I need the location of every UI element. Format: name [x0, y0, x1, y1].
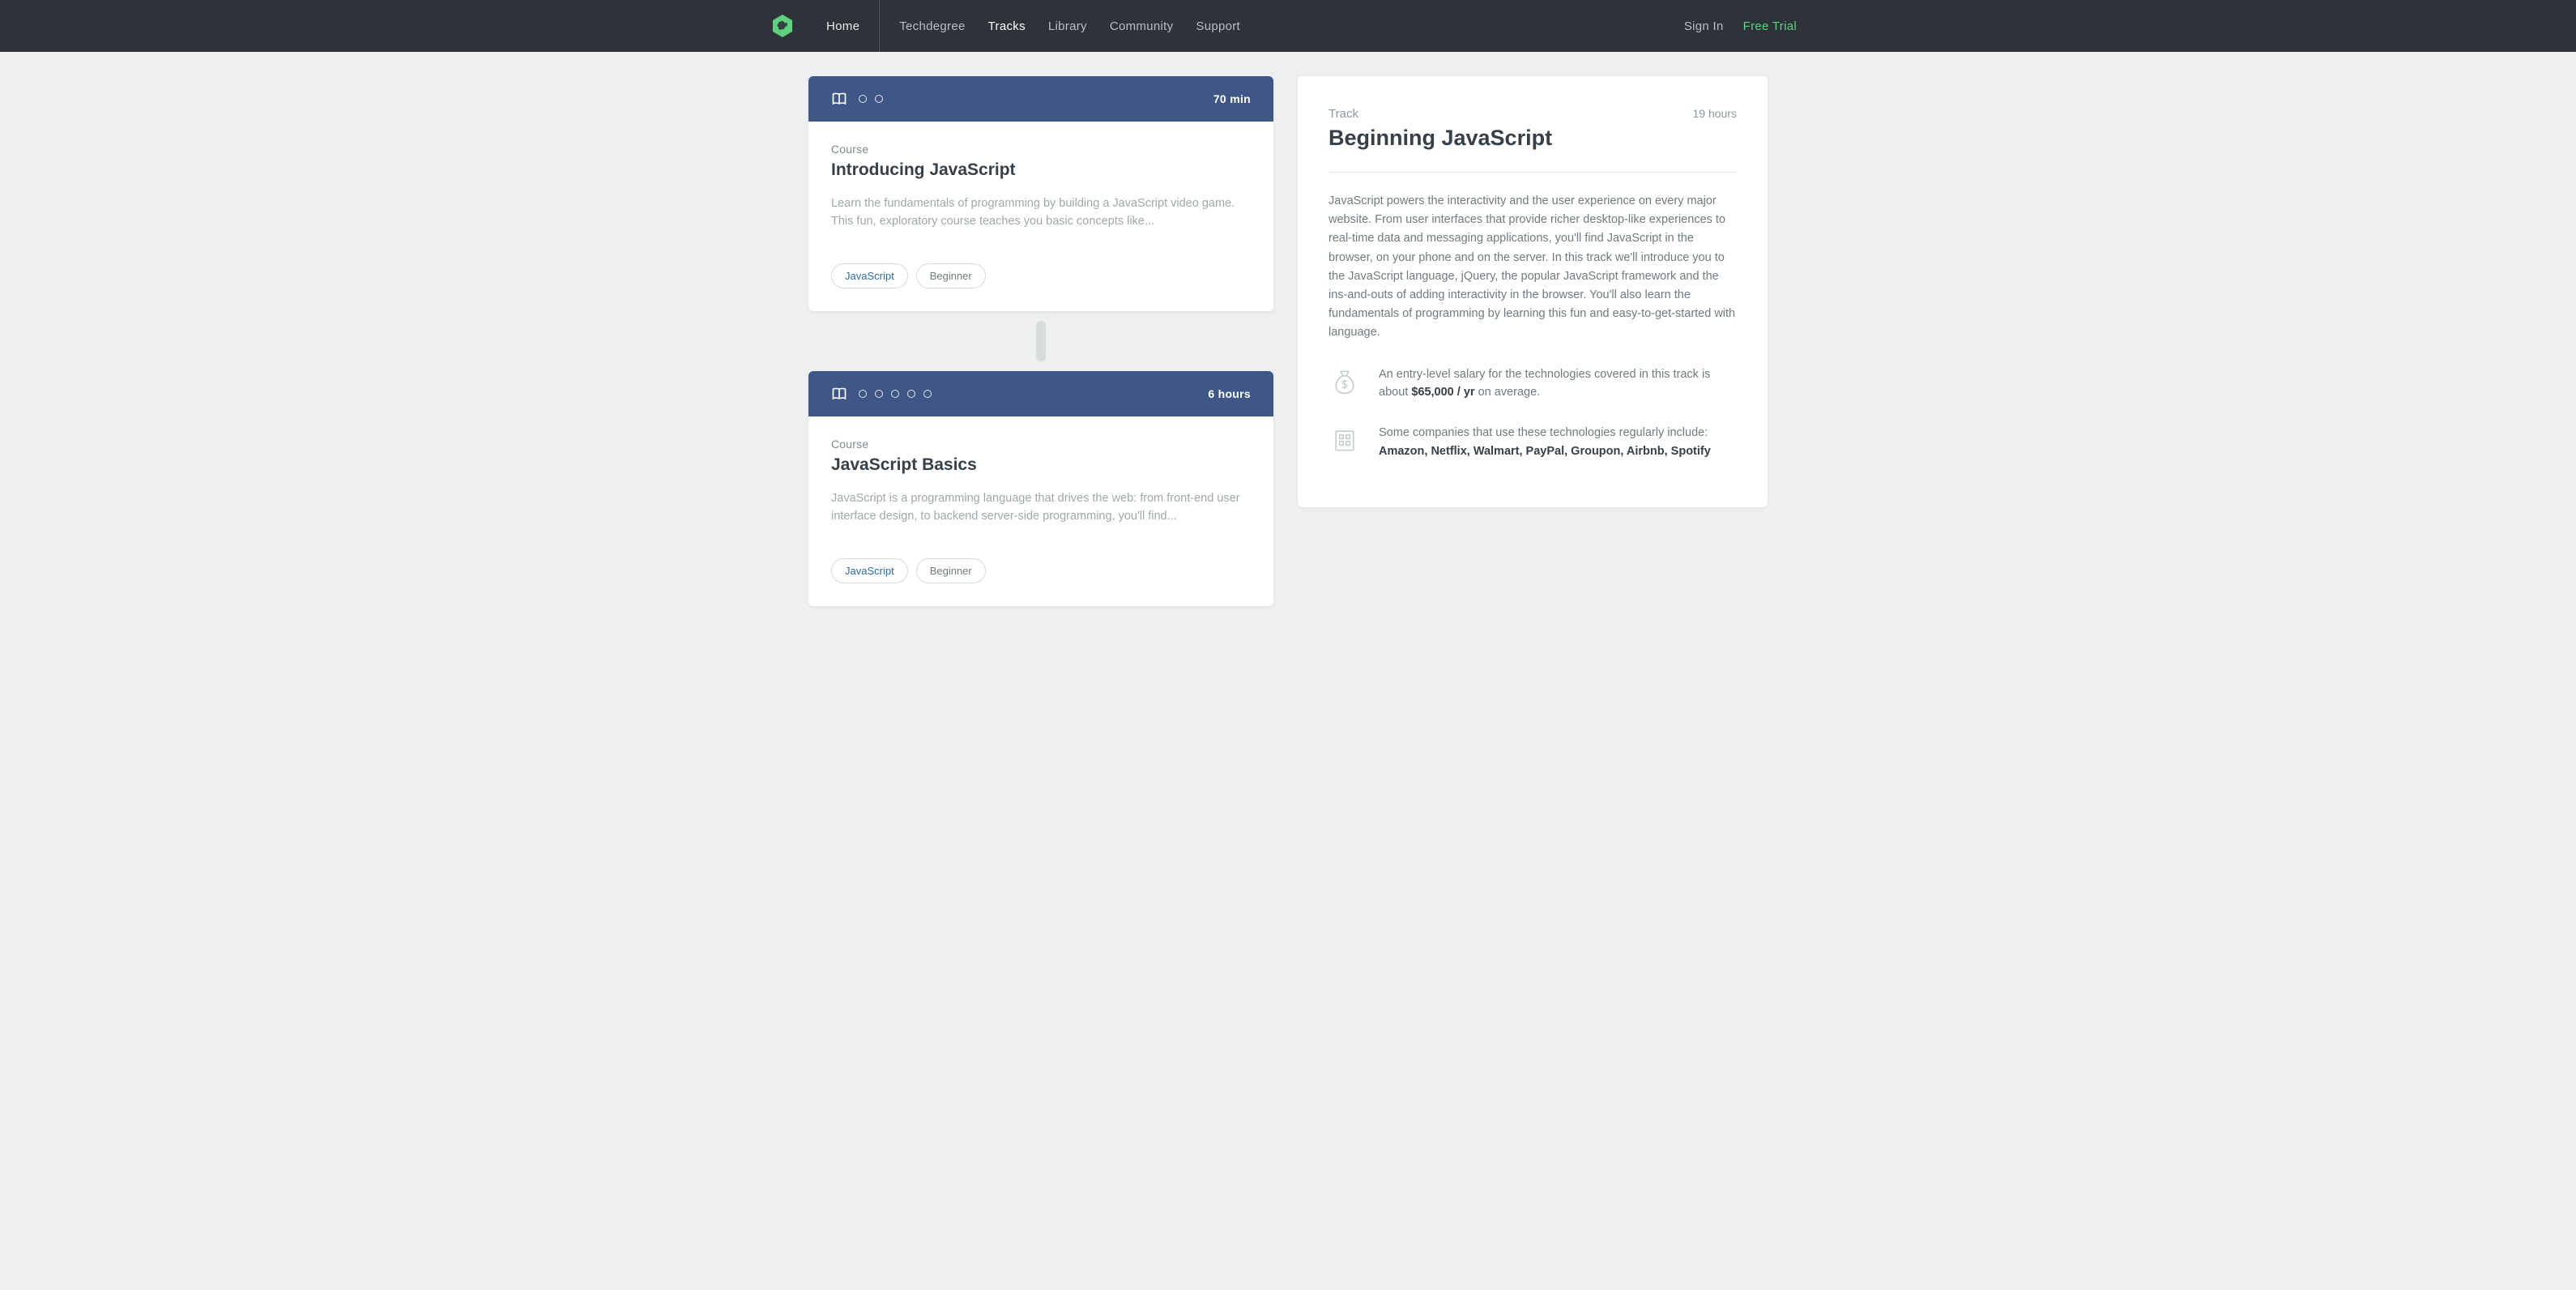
course-card[interactable]: 70 min Course Introducing JavaScript Lea…	[808, 76, 1273, 311]
progress-dot	[859, 390, 867, 398]
book-icon	[831, 91, 847, 107]
course-label: Course	[831, 438, 1251, 451]
course-card-header: 70 min	[808, 76, 1273, 122]
course-tags: JavaScript Beginner	[831, 263, 1251, 288]
topbar: Home TechdegreeTracksLibraryCommunitySup…	[0, 0, 2576, 52]
progress-dot	[907, 390, 915, 398]
nav-tracks[interactable]: Tracks	[977, 0, 1037, 52]
companies-prefix: Some companies that use these technologi…	[1379, 426, 1708, 439]
money-bag-icon	[1329, 365, 1361, 398]
progress-dot	[875, 390, 883, 398]
tag-javascript[interactable]: JavaScript	[831, 263, 908, 288]
progress-dot	[859, 95, 867, 103]
nav-signin[interactable]: Sign In	[1674, 0, 1734, 52]
course-title: JavaScript Basics	[831, 455, 1251, 475]
divider	[1329, 172, 1737, 173]
track-label: Track	[1329, 107, 1693, 121]
nav-community[interactable]: Community	[1098, 0, 1185, 52]
salary-suffix: on average.	[1475, 386, 1541, 399]
track-title: Beginning JavaScript	[1329, 126, 1693, 151]
course-duration: 70 min	[1213, 92, 1251, 105]
progress-dot	[875, 95, 883, 103]
companies-value: Amazon, Netflix, Walmart, PayPal, Groupo…	[1379, 445, 1711, 458]
progress-dot	[891, 390, 899, 398]
tag-beginner[interactable]: Beginner	[916, 558, 986, 583]
salary-info: An entry-level salary for the technologi…	[1329, 365, 1737, 402]
book-icon	[831, 386, 847, 402]
progress-dots	[859, 390, 932, 398]
course-duration: 6 hours	[1208, 387, 1251, 400]
nav-support[interactable]: Support	[1184, 0, 1252, 52]
salary-value: $65,000 / yr	[1411, 386, 1474, 399]
course-label: Course	[831, 143, 1251, 156]
course-description: Learn the fundamentals of programming by…	[831, 194, 1251, 231]
track-description: JavaScript powers the interactivity and …	[1329, 192, 1737, 343]
course-card-header: 6 hours	[808, 371, 1273, 416]
nav-techdegree[interactable]: Techdegree	[888, 0, 976, 52]
course-description: JavaScript is a programming language tha…	[831, 489, 1251, 526]
track-hours: 19 hours	[1693, 107, 1737, 120]
course-tags: JavaScript Beginner	[831, 558, 1251, 583]
progress-dots	[859, 95, 883, 103]
tag-javascript[interactable]: JavaScript	[831, 558, 908, 583]
card-connector	[1036, 321, 1046, 361]
progress-dot	[923, 390, 932, 398]
tag-beginner[interactable]: Beginner	[916, 263, 986, 288]
companies-info: Some companies that use these technologi…	[1329, 424, 1737, 460]
course-card[interactable]: 6 hours Course JavaScript Basics JavaScr…	[808, 371, 1273, 606]
course-title: Introducing JavaScript	[831, 160, 1251, 180]
nav-home[interactable]: Home	[815, 0, 880, 52]
treehouse-logo[interactable]	[770, 13, 795, 39]
building-icon	[1329, 424, 1361, 456]
nav-free-trial[interactable]: Free Trial	[1734, 0, 1806, 52]
track-summary-card: Track Beginning JavaScript 19 hours Java…	[1298, 76, 1768, 507]
nav-library[interactable]: Library	[1037, 0, 1098, 52]
